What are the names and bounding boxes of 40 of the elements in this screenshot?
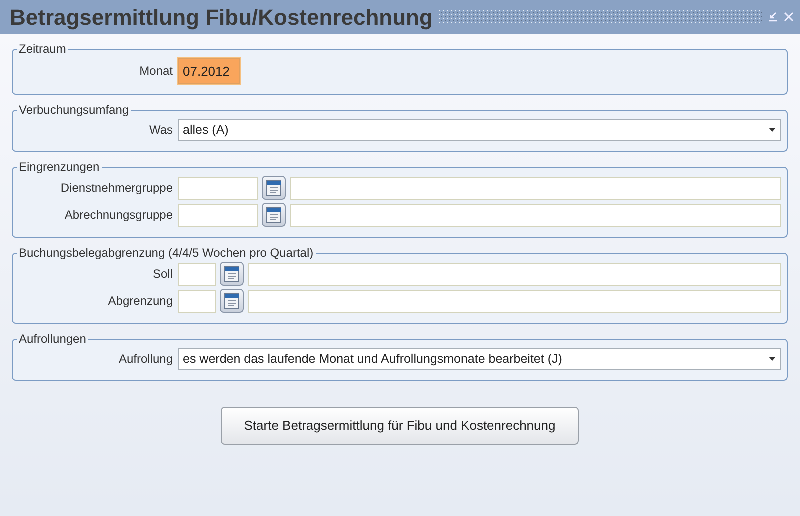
dropdown-arrow-icon — [769, 357, 776, 361]
lookup-button[interactable] — [220, 289, 244, 313]
list-icon — [266, 206, 282, 224]
list-icon — [224, 292, 240, 310]
group-title: Verbuchungsumfang — [18, 102, 130, 119]
dropdown-field[interactable]: alles (A) — [178, 119, 781, 141]
window-title: Betragsermittlung Fibu/Kostenrechnung — [10, 4, 433, 32]
group-title: Buchungsbelegabgrenzung (4/4/5 Wochen pro Quartal) — [18, 245, 315, 262]
month-field[interactable]: 07.2012 — [178, 58, 240, 84]
lookup-button[interactable] — [262, 176, 286, 200]
grip-pattern-icon — [438, 10, 762, 24]
dropdown-field[interactable]: es werden das laufende Monat und Aufrollungsmonate bearbeitet (J) — [178, 348, 781, 370]
lookup-button[interactable] — [262, 203, 286, 227]
group-title: Aufrollungen — [18, 331, 88, 348]
field-label: Aufrollung — [118, 351, 173, 368]
group-title: Eingrenzungen — [18, 159, 101, 176]
field-label: Dienstnehmergruppe — [60, 180, 173, 197]
description-field[interactable] — [290, 176, 781, 200]
dropdown-arrow-icon — [769, 128, 776, 132]
code-field[interactable] — [178, 176, 258, 200]
code-field[interactable] — [178, 290, 216, 312]
description-field[interactable] — [248, 262, 781, 286]
field-label: Monat — [138, 63, 173, 80]
list-icon — [266, 180, 282, 196]
group-title: Zeitraum — [18, 41, 68, 58]
dropdown-value: es werden das laufende Monat und Aufrollungsmonate bearbeitet (J) — [183, 350, 562, 368]
close-icon[interactable] — [784, 12, 794, 22]
dropdown-value: alles (A) — [183, 122, 229, 139]
lookup-button[interactable] — [220, 262, 244, 286]
field-label: Abrechnungsgruppe — [64, 207, 173, 224]
field-label: Was — [148, 122, 173, 139]
code-field[interactable] — [178, 204, 258, 226]
description-field[interactable] — [290, 204, 781, 226]
code-field[interactable] — [178, 262, 216, 286]
description-field[interactable] — [248, 290, 781, 312]
field-label: Soll — [152, 266, 173, 283]
field-label: Abgrenzung — [107, 293, 173, 310]
start-button[interactable]: Starte Betragsermittlung für Fibu und Kostenrechnung — [221, 407, 579, 445]
minimize-icon[interactable] — [768, 12, 778, 22]
list-icon — [224, 266, 240, 282]
